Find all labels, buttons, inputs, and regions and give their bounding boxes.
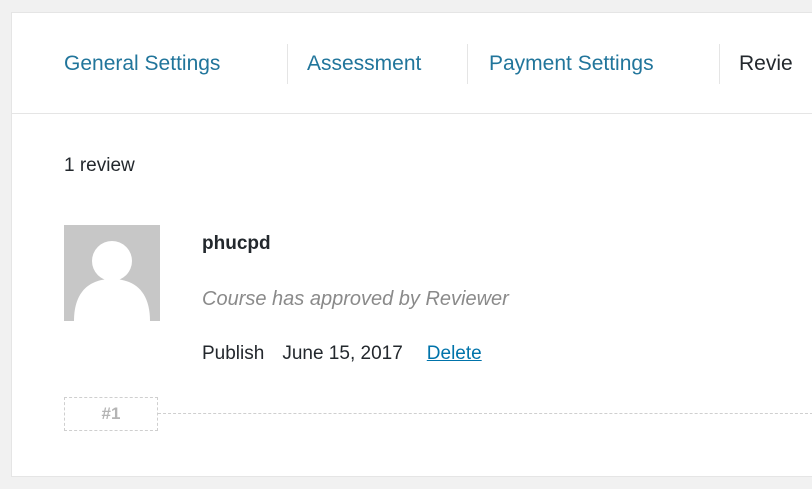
- tab-payment-settings[interactable]: Payment Settings: [489, 48, 654, 80]
- tab-reviews[interactable]: Revie: [739, 48, 793, 80]
- tab-divider: [287, 44, 288, 84]
- review-comment: Course has approved by Reviewer: [202, 288, 509, 310]
- review-count: 1 review: [64, 155, 135, 176]
- review-divider: [158, 413, 812, 414]
- review-number-badge: #1: [64, 397, 158, 431]
- delete-review-link[interactable]: Delete: [427, 343, 482, 364]
- settings-tabs: General Settings Assessment Payment Sett…: [12, 13, 812, 114]
- tab-divider: [467, 44, 468, 84]
- tab-assessment[interactable]: Assessment: [307, 48, 421, 80]
- review-author: phucpd: [202, 233, 271, 254]
- tab-general-settings[interactable]: General Settings: [64, 48, 220, 80]
- tab-divider: [719, 44, 720, 84]
- course-settings-panel: General Settings Assessment Payment Sett…: [11, 12, 812, 477]
- review-date: June 15, 2017: [282, 343, 403, 364]
- review-status: Publish: [202, 343, 265, 364]
- default-avatar-icon: [64, 225, 160, 321]
- review-meta: Publish June 15, 2017 Delete: [202, 343, 482, 365]
